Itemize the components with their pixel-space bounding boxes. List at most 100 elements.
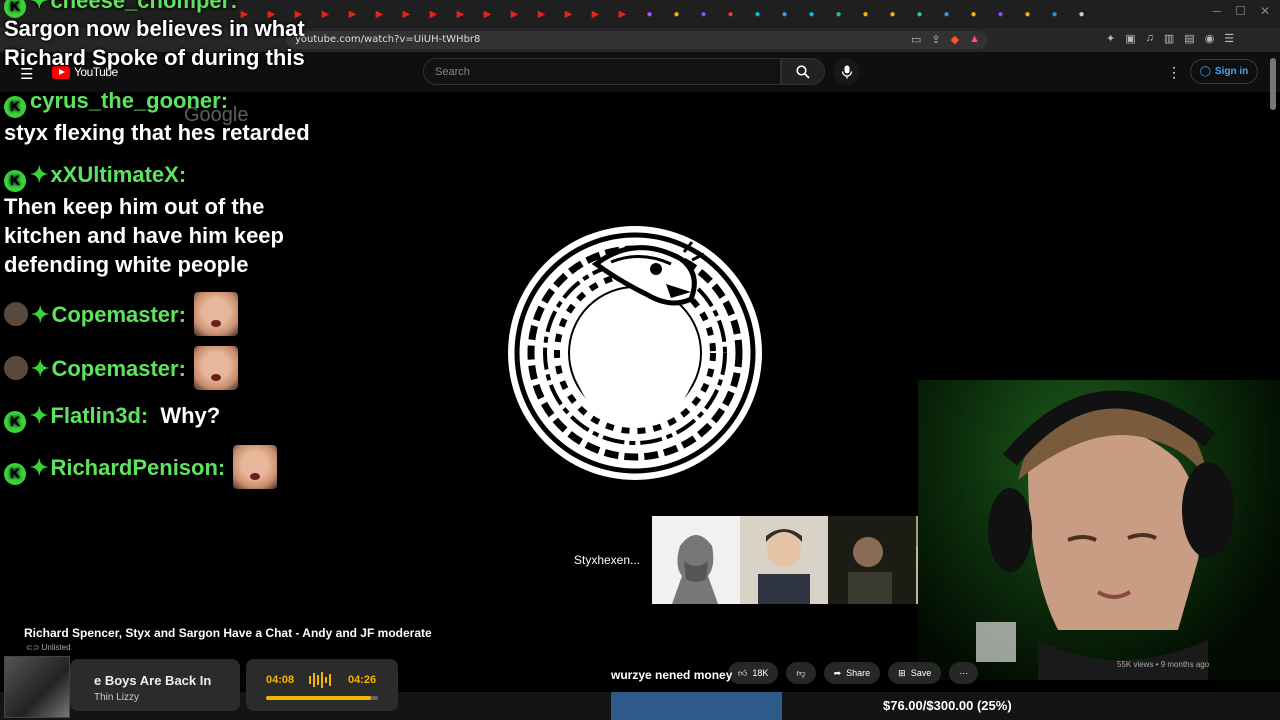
video-title: Richard Spencer, Styx and Sargon Have a … xyxy=(24,626,432,640)
more-options-icon[interactable]: ⋮ xyxy=(1167,64,1181,81)
chat-text: Why? xyxy=(160,403,221,428)
page-scrollbar[interactable] xyxy=(1270,58,1276,110)
share-button[interactable]: ➦ Share xyxy=(823,662,881,684)
save-button[interactable]: ⊞ Save xyxy=(888,662,942,684)
youtube-tab-icon[interactable]: ▶ xyxy=(425,6,442,23)
chat-text: Then keep him out of the xyxy=(4,193,265,219)
globe-tab-icon[interactable]: ● xyxy=(776,6,793,23)
youtube-tab-icon[interactable]: ▶ xyxy=(533,6,550,23)
url-text: youtube.com/watch?v=UiUH-tWHbr8 xyxy=(295,34,481,45)
chat-message: Sargon now believes in what Richard Spok… xyxy=(4,14,305,72)
ouroboros-emblem xyxy=(508,226,762,480)
chat-message: ✦Copemaster: xyxy=(4,292,238,336)
face-emote xyxy=(233,445,278,489)
avatar xyxy=(4,302,28,326)
search-icon xyxy=(796,64,810,79)
participant-name: Styxhexen... xyxy=(574,553,641,567)
twitch-tab-icon[interactable]: ● xyxy=(695,6,712,23)
panel-icon[interactable]: ▥ xyxy=(1164,32,1174,45)
link-icon: ⊂⊃ xyxy=(26,643,40,652)
puzzle-icon[interactable]: ✦ xyxy=(1106,32,1115,45)
coin-tab-icon[interactable]: ● xyxy=(884,6,901,23)
bookmark-tab-icon[interactable]: ● xyxy=(668,6,685,23)
youtube-tab-icon[interactable]: ▶ xyxy=(371,6,388,23)
chat-message: K ✦RichardPenison: xyxy=(4,445,278,489)
wallet-icon[interactable]: ▤ xyxy=(1184,32,1194,45)
arrow-tab-icon[interactable]: ● xyxy=(1019,6,1036,23)
url-field[interactable]: youtube.com/watch?v=UiUH-tWHbr8 ▭ ⇪ ◆ ▲ xyxy=(286,31,988,49)
track-progress-bar xyxy=(266,696,378,700)
youtube-tab-icon[interactable]: ▶ xyxy=(398,6,415,23)
minimize-icon[interactable]: ─ xyxy=(1213,4,1222,18)
track-duration: 04:26 xyxy=(348,674,377,686)
cast-icon[interactable]: ▭ xyxy=(911,33,921,46)
subscriber-badge-icon: ✦ xyxy=(30,455,49,480)
grid-tab-icon[interactable]: ● xyxy=(749,6,766,23)
vivaldi-tab-icon[interactable]: ● xyxy=(722,6,739,23)
account-icon: ◯ xyxy=(1199,66,1211,77)
thumbs-down-icon: 👎︎ xyxy=(796,667,806,678)
save-icon: ⊞ xyxy=(898,667,906,678)
youtube-tab-icon[interactable]: ▶ xyxy=(452,6,469,23)
chat-username: Copemaster: xyxy=(51,356,186,381)
grid-tab-icon[interactable]: ● xyxy=(803,6,820,23)
subscriber-badge-icon: ✦ xyxy=(31,356,50,381)
search-input[interactable]: Search xyxy=(423,58,781,85)
youtube-tab-icon[interactable]: ▶ xyxy=(317,6,334,23)
brave-shield-icon[interactable]: ◆ xyxy=(951,33,959,46)
subscriber-badge-icon: ✦ xyxy=(30,162,49,187)
edge-tab-icon[interactable]: ● xyxy=(1046,6,1063,23)
youtube-tab-icon[interactable]: ▶ xyxy=(506,6,523,23)
participant-thumbnail[interactable] xyxy=(652,516,740,604)
sidebar-icon[interactable]: ▣ xyxy=(1125,32,1135,45)
rewards-icon[interactable]: ▲ xyxy=(969,33,980,46)
face-emote xyxy=(193,292,238,336)
search-button[interactable] xyxy=(781,58,825,85)
chat-username: Copemaster: xyxy=(51,302,186,327)
ellipsis-icon: ··· xyxy=(959,668,969,678)
youtube-tab-icon[interactable]: ▶ xyxy=(479,6,496,23)
play-tab-icon[interactable]: ● xyxy=(641,6,658,23)
google-watermark: Google xyxy=(184,104,249,126)
share-page-icon[interactable]: ⇪ xyxy=(931,33,940,46)
now-playing-card: e Boys Are Back In Thin Lizzy xyxy=(70,659,240,711)
chat-text: Sargon now believes in what xyxy=(4,16,305,41)
vpn-icon[interactable]: ◉ xyxy=(1205,32,1215,45)
search-placeholder: Search xyxy=(435,66,470,78)
sign-in-button[interactable]: ◯ Sign in xyxy=(1190,59,1258,84)
youtube-tab-icon[interactable]: ▶ xyxy=(560,6,577,23)
menu-icon[interactable]: ☰ xyxy=(1224,32,1234,45)
chrome-tab-icon[interactable]: ● xyxy=(1073,6,1090,23)
chat-message: K ✦Flatlin3d: Why? xyxy=(4,401,220,433)
participant-thumbnail[interactable] xyxy=(828,516,916,604)
avatar xyxy=(4,356,28,380)
chat-username: Flatlin3d: xyxy=(50,403,149,428)
like-button[interactable]: 👍︎ 18K xyxy=(728,662,779,684)
circle-tab-icon[interactable]: ● xyxy=(830,6,847,23)
maximize-icon[interactable]: ☐ xyxy=(1235,4,1246,18)
music-icon[interactable]: ♫ xyxy=(1146,32,1154,45)
twitch-tab-icon[interactable]: ● xyxy=(992,6,1009,23)
shield-tab-icon[interactable]: ● xyxy=(911,6,928,23)
more-actions-button[interactable]: ··· xyxy=(949,662,979,684)
chat-message: ✦Copemaster: xyxy=(4,346,238,390)
chat-text: kitchen and have him keep xyxy=(4,222,284,248)
thumbs-up-icon: 👍︎ xyxy=(738,667,748,678)
window-controls: ─ ☐ ✕ xyxy=(1213,4,1270,18)
participant-thumbnail[interactable] xyxy=(740,516,828,604)
coin-tab-icon[interactable]: ● xyxy=(965,6,982,23)
dislike-button[interactable]: 👎︎ xyxy=(786,662,816,684)
globe-tab-icon[interactable]: ● xyxy=(938,6,955,23)
voice-search-button[interactable] xyxy=(833,58,860,85)
folder-tab-icon[interactable]: ● xyxy=(857,6,874,23)
video-actions: 👍︎ 18K 👎︎ ➦ Share ⊞ Save ··· xyxy=(728,662,979,684)
close-icon[interactable]: ✕ xyxy=(1260,4,1270,18)
youtube-tab-icon[interactable]: ▶ xyxy=(614,6,631,23)
youtube-tab-icon[interactable]: ▶ xyxy=(587,6,604,23)
track-title: e Boys Are Back In xyxy=(94,673,212,688)
subscriber-badge-icon: ✦ xyxy=(31,302,50,327)
youtube-tab-icon[interactable]: ▶ xyxy=(344,6,361,23)
share-icon: ➦ xyxy=(833,667,842,678)
share-label: Share xyxy=(846,668,871,678)
unlisted-badge: ⊂⊃ Unlisted xyxy=(26,643,71,652)
